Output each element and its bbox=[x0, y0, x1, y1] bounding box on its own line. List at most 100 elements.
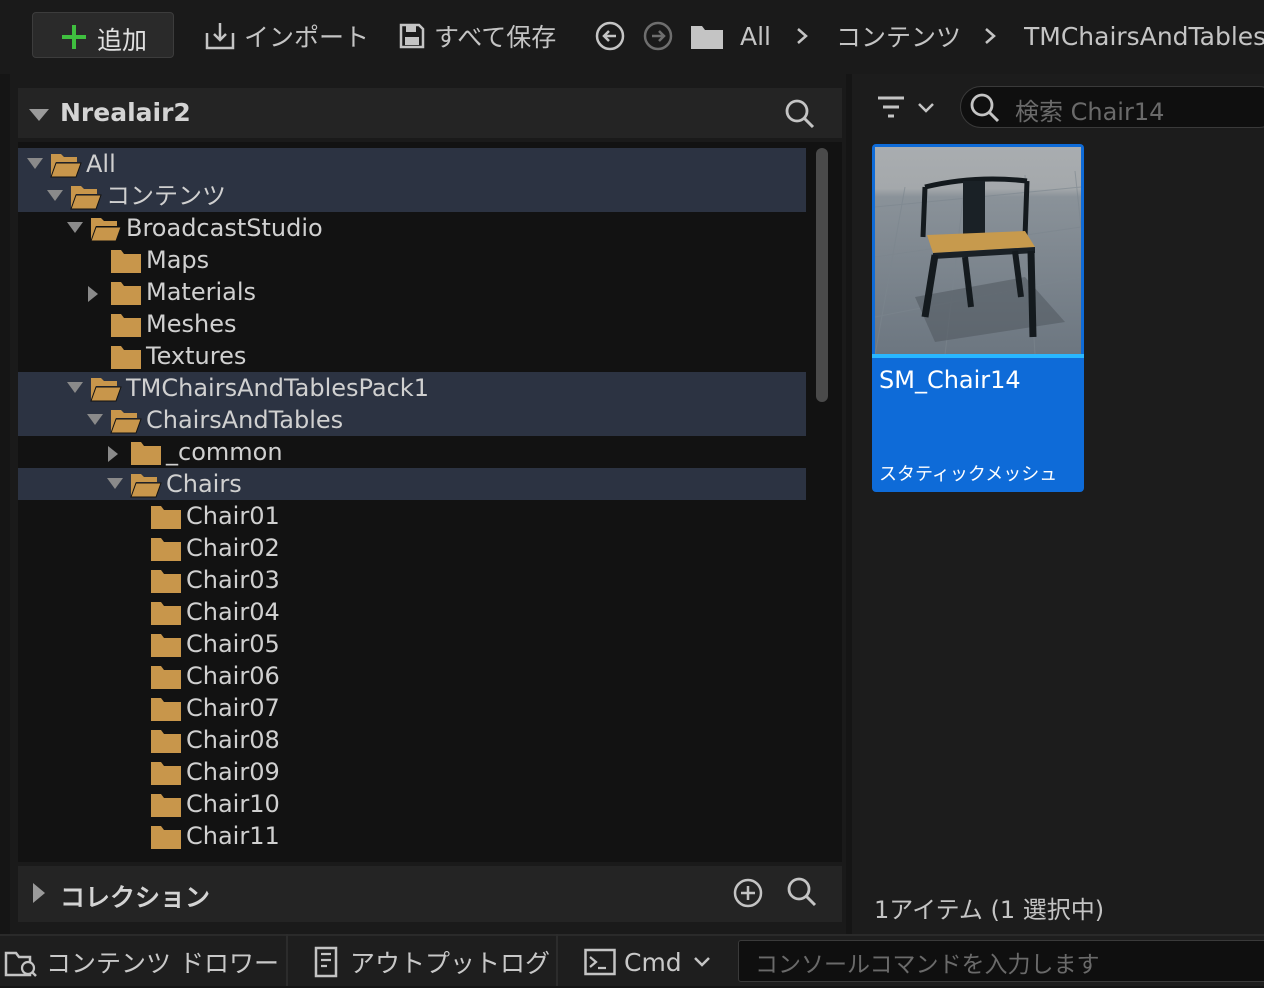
search-icon bbox=[969, 92, 1001, 124]
tree-item-label: コンテンツ bbox=[106, 182, 226, 210]
output-log-label: アウトプットログ bbox=[350, 949, 551, 978]
tree-item[interactable]: Chair03 bbox=[18, 564, 806, 596]
open-folder-icon bbox=[130, 472, 162, 498]
content-drawer-label: コンテンツ ドロワー bbox=[46, 949, 279, 978]
expanded-arrow-icon[interactable] bbox=[66, 381, 84, 395]
expanded-arrow-icon[interactable] bbox=[106, 477, 124, 491]
tree-item-label: Meshes bbox=[146, 310, 237, 338]
search-icon[interactable] bbox=[786, 876, 818, 908]
collapse-arrow-icon[interactable] bbox=[28, 108, 50, 122]
tree-item-label: Chair07 bbox=[186, 694, 280, 722]
tree-item[interactable]: Maps bbox=[18, 244, 806, 276]
breadcrumb-all[interactable]: All bbox=[740, 16, 771, 56]
tree-item-label: Materials bbox=[146, 278, 257, 306]
tree-item[interactable]: Chair11 bbox=[18, 820, 806, 852]
save-all-button[interactable]: すべて保存 bbox=[398, 16, 556, 56]
tree-item-label: All bbox=[86, 150, 116, 178]
tree-item[interactable]: Chair10 bbox=[18, 788, 806, 820]
tree-item-label: ChairsAndTables bbox=[146, 406, 344, 434]
plus-icon bbox=[61, 24, 87, 50]
expanded-arrow-icon[interactable] bbox=[86, 413, 104, 427]
expanded-arrow-icon[interactable] bbox=[46, 189, 64, 203]
save-all-label: すべて保存 bbox=[434, 23, 557, 52]
folder-icon bbox=[150, 728, 182, 754]
import-button[interactable]: インポート bbox=[204, 16, 369, 56]
asset-search-field[interactable]: 検索 Chair14 bbox=[960, 86, 1264, 128]
tree-item[interactable]: Chairs bbox=[18, 468, 806, 500]
tree-item[interactable]: Chair05 bbox=[18, 628, 806, 660]
tree-item[interactable]: _common bbox=[18, 436, 806, 468]
folder-icon bbox=[150, 664, 182, 690]
asset-tile[interactable]: SM_Chair14 スタティックメッシュ bbox=[872, 144, 1084, 492]
content-drawer-button[interactable]: コンテンツ ドロワー bbox=[4, 936, 279, 988]
output-log-icon bbox=[312, 946, 340, 978]
add-collection-icon[interactable] bbox=[732, 877, 764, 909]
asset-name: SM_Chair14 bbox=[879, 366, 1021, 394]
divider bbox=[286, 934, 288, 986]
add-button[interactable]: 追加 bbox=[32, 12, 174, 58]
tree-item[interactable]: Meshes bbox=[18, 308, 806, 340]
breadcrumb-content[interactable]: コンテンツ bbox=[836, 16, 961, 56]
tree-item[interactable]: ChairsAndTables bbox=[18, 404, 806, 436]
output-log-button[interactable]: アウトプットログ bbox=[312, 936, 550, 988]
forward-button[interactable] bbox=[642, 20, 674, 52]
terminal-icon bbox=[584, 948, 616, 976]
tree-item-label: Maps bbox=[146, 246, 210, 274]
breadcrumb-content-label: コンテンツ bbox=[836, 23, 962, 52]
tree-item[interactable]: Chair04 bbox=[18, 596, 806, 628]
search-icon[interactable] bbox=[784, 98, 816, 130]
tree-item[interactable]: Textures bbox=[18, 340, 806, 372]
tree-item[interactable]: Chair02 bbox=[18, 532, 806, 564]
tree-item[interactable]: コンテンツ bbox=[18, 180, 806, 212]
tree-item-label: Chair06 bbox=[186, 662, 280, 690]
breadcrumb-all-label: All bbox=[740, 21, 771, 51]
tree-item[interactable]: Chair09 bbox=[18, 756, 806, 788]
collapsed-arrow-icon[interactable] bbox=[86, 285, 100, 303]
tree-item[interactable]: BroadcastStudio bbox=[18, 212, 806, 244]
folder-tree[interactable]: All コンテンツ BroadcastStudio Maps Materials Mesh… bbox=[18, 142, 842, 862]
tree-item[interactable]: Chair06 bbox=[18, 660, 806, 692]
folder-icon bbox=[110, 248, 142, 274]
console-command-input[interactable]: コンソールコマンドを入力します bbox=[738, 940, 1264, 982]
expand-arrow-icon[interactable] bbox=[32, 882, 46, 904]
breadcrumb-pack-label: TMChairsAndTablesP bbox=[1024, 21, 1264, 51]
tree-item[interactable]: Chair08 bbox=[18, 724, 806, 756]
asset-type: スタティックメッシュ bbox=[879, 464, 1058, 485]
chair-thumbnail-image bbox=[875, 170, 1081, 355]
expanded-arrow-icon[interactable] bbox=[26, 157, 44, 171]
folder-icon bbox=[150, 792, 182, 818]
sources-title: Nrealair2 bbox=[60, 98, 191, 127]
filter-icon bbox=[876, 94, 906, 122]
collapsed-arrow-icon[interactable] bbox=[106, 445, 120, 463]
tree-item[interactable]: Materials bbox=[18, 276, 806, 308]
forward-arrow-icon bbox=[642, 20, 674, 52]
chevron-down-icon bbox=[916, 98, 936, 118]
breadcrumb-pack[interactable]: TMChairsAndTablesP bbox=[1024, 16, 1264, 56]
tree-item-label: Chair10 bbox=[186, 790, 280, 818]
tree-item-label: _common bbox=[166, 438, 283, 466]
tree-item[interactable]: Chair07 bbox=[18, 692, 806, 724]
tree-item-label: Chair02 bbox=[186, 534, 280, 562]
tree-item[interactable]: TMChairsAndTablesPack1 bbox=[18, 372, 806, 404]
expanded-arrow-icon[interactable] bbox=[66, 221, 84, 235]
cmd-dropdown[interactable]: Cmd bbox=[584, 936, 712, 988]
tree-item-label: Chair09 bbox=[186, 758, 280, 786]
asset-type-color-bar bbox=[872, 354, 1084, 358]
chevron-down-icon bbox=[692, 952, 712, 972]
tree-scrollbar[interactable] bbox=[816, 148, 828, 402]
folder-icon bbox=[110, 280, 142, 306]
folder-nav-icon[interactable] bbox=[690, 22, 724, 50]
tree-item[interactable]: Chair01 bbox=[18, 500, 806, 532]
search-input[interactable]: 検索 Chair14 bbox=[1015, 92, 1164, 127]
folder-icon bbox=[150, 632, 182, 658]
tree-item-label: Chair04 bbox=[186, 598, 280, 626]
collections-header[interactable]: コレクション bbox=[18, 866, 842, 922]
tree-item-label: Chair01 bbox=[186, 502, 280, 530]
open-folder-icon bbox=[110, 408, 142, 434]
tree-item[interactable]: All bbox=[18, 148, 806, 180]
import-icon bbox=[204, 21, 236, 51]
folder-icon bbox=[130, 440, 162, 466]
sources-header[interactable]: Nrealair2 bbox=[18, 88, 842, 138]
open-folder-icon bbox=[70, 184, 102, 210]
back-button[interactable] bbox=[594, 20, 626, 52]
